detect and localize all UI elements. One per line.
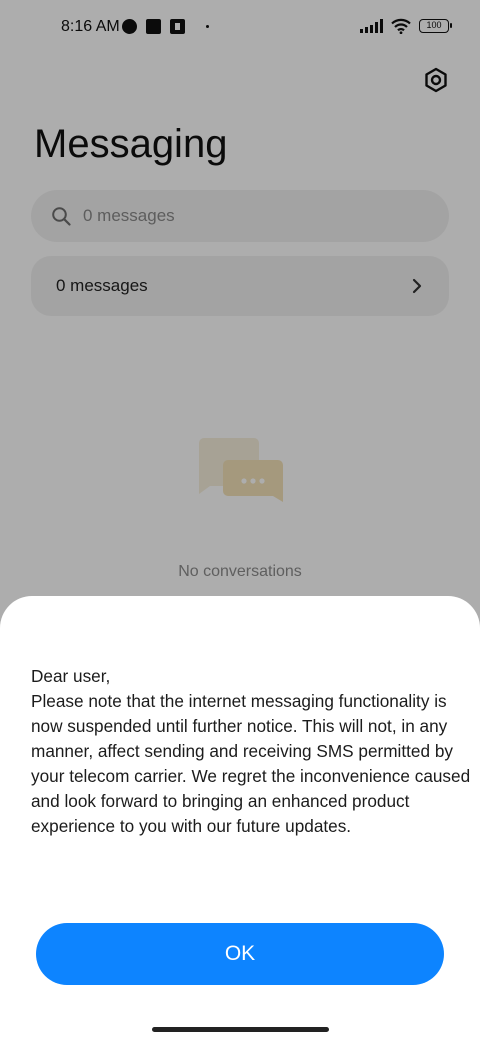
home-indicator[interactable]: [152, 1027, 329, 1032]
ok-button[interactable]: OK: [36, 923, 444, 985]
dialog-message: Dear user, Please note that the internet…: [31, 666, 471, 836]
